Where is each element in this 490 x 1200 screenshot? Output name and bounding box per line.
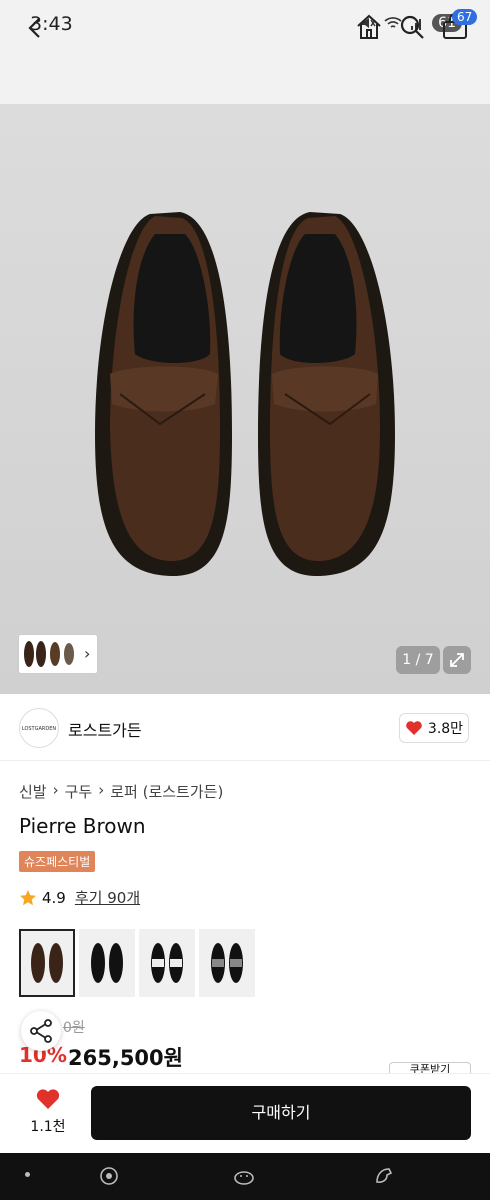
- nav-dot-icon[interactable]: [25, 1172, 30, 1177]
- variant-brown-suede[interactable]: [19, 929, 75, 997]
- rating-value: 4.9: [42, 888, 66, 907]
- back-pet-icon[interactable]: [372, 1164, 396, 1188]
- star-icon: [20, 889, 36, 905]
- divider: [0, 760, 490, 761]
- breadcrumb-item[interactable]: 신발: [19, 781, 47, 802]
- heart-icon: [36, 1089, 60, 1109]
- breadcrumb-item[interactable]: 구두: [65, 781, 93, 802]
- original-price: 0원: [63, 1020, 85, 1036]
- wish-count: 1.1천: [30, 1119, 66, 1135]
- home-pet-icon[interactable]: [232, 1164, 256, 1188]
- review-link[interactable]: 후기 90개: [75, 887, 140, 908]
- variant-image: [151, 943, 183, 983]
- promo-badge: 슈즈페스티벌: [19, 851, 96, 872]
- breadcrumb-item[interactable]: 로퍼 (로스트가든): [110, 781, 223, 802]
- wish-button[interactable]: 1.1천: [20, 1088, 76, 1138]
- variant-black-leather[interactable]: [79, 929, 135, 997]
- expand-icon[interactable]: [443, 646, 471, 674]
- product-name: Pierre Brown: [19, 814, 146, 838]
- variant-image: [91, 943, 123, 983]
- variant-black-white[interactable]: [139, 929, 195, 997]
- brand-like-button[interactable]: 3.8만: [399, 713, 469, 743]
- rating-row: 4.9 후기 90개: [19, 887, 140, 908]
- gallery-counter: 1 / 7: [396, 646, 440, 674]
- breadcrumb-separator-icon: ›: [98, 781, 105, 799]
- variant-image: [211, 943, 243, 983]
- back-button[interactable]: [22, 14, 50, 42]
- buy-button[interactable]: 구매하기: [91, 1086, 471, 1140]
- share-icon[interactable]: [21, 1011, 61, 1051]
- cart-count-badge: 67: [452, 9, 478, 25]
- brand-like-count: 3.8만: [427, 721, 464, 737]
- chevron-right-icon[interactable]: ›: [84, 644, 90, 663]
- top-nav: [0, 48, 490, 104]
- app-icon[interactable]: [97, 1164, 121, 1188]
- brand-logo[interactable]: LOSTGARDEN: [19, 708, 59, 748]
- left-loafer: [95, 212, 232, 577]
- breadcrumb: 신발 › 구두 › 로퍼 (로스트가든): [19, 781, 223, 802]
- product-image[interactable]: [0, 104, 490, 694]
- sale-price: 265,500원: [68, 1046, 183, 1070]
- search-icon[interactable]: [397, 12, 427, 42]
- breadcrumb-separator-icon: ›: [52, 781, 59, 799]
- variant-image: [31, 943, 63, 983]
- home-icon[interactable]: [354, 12, 384, 42]
- loafers-illustration: [95, 212, 395, 577]
- heart-icon: [406, 721, 422, 735]
- right-loafer: [258, 212, 395, 577]
- variant-houndstooth[interactable]: [199, 929, 255, 997]
- brand-name[interactable]: 로스트가든: [68, 717, 142, 741]
- thumbnail-preview: [24, 641, 74, 667]
